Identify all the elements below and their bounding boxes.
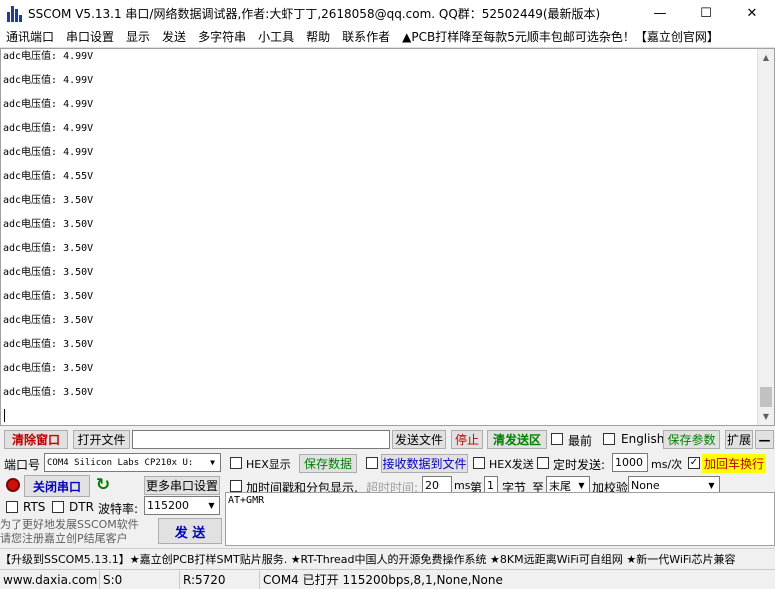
menu-port-settings[interactable]: 串口设置	[60, 28, 120, 45]
english-label: English	[621, 432, 665, 446]
add-crlf-label: 加回车换行	[702, 454, 767, 473]
send-file-button[interactable]: 发送文件	[392, 430, 446, 449]
collapse-button[interactable]: —	[755, 430, 774, 449]
menu-pcb-ad[interactable]: ▲PCB打样降至每款5元顺丰包邮可选杂色！【嘉立创官网】	[396, 28, 725, 45]
interval-unit: ms/次	[651, 458, 683, 471]
log-line: adc电压值: 3.50V	[3, 195, 94, 206]
file-path-input[interactable]	[132, 430, 390, 449]
save-params-button[interactable]: 保存参数	[663, 430, 720, 449]
log-line: adc电压值: 3.50V	[3, 387, 94, 398]
status-website[interactable]: www.daxia.com	[0, 570, 100, 589]
log-line: adc电压值: 3.50V	[3, 363, 94, 374]
log-line: adc电压值: 3.50V	[3, 219, 94, 230]
log-line: adc电压值: 3.50V	[3, 339, 94, 350]
expand-button[interactable]: 扩展	[725, 430, 753, 449]
timestamp-checkbox[interactable]	[230, 480, 242, 492]
port-select-value: COM4 Silicon Labs CP210x U:	[47, 457, 194, 468]
topmost-checkbox[interactable]	[551, 433, 563, 445]
menu-display[interactable]: 显示	[120, 28, 156, 45]
send-button[interactable]: 发 送	[158, 518, 222, 544]
scrollbar-thumb[interactable]	[760, 387, 772, 407]
clear-send-button[interactable]: 清发送区	[487, 430, 547, 449]
recv-to-file-checkbox[interactable]	[366, 457, 378, 469]
add-crlf-checkbox[interactable]: ✓	[688, 457, 700, 469]
text-caret	[4, 409, 5, 422]
rts-checkbox[interactable]	[6, 501, 18, 513]
status-port-state: COM4 已打开 115200bps,8,1,None,None	[263, 573, 503, 587]
log-line: adc电压值: 4.99V	[3, 75, 94, 86]
checksum-select-value: None	[631, 479, 660, 492]
scroll-up-icon[interactable]: ▲	[758, 49, 774, 66]
baud-label: 波特率:	[98, 502, 139, 516]
promo-ticker[interactable]: 【升级到SSCOM5.13.1】★嘉立创PCB打样SMT贴片服务. ★RT-Th…	[0, 548, 775, 568]
close-icon[interactable]: ✕	[729, 0, 775, 26]
hex-display-checkbox[interactable]	[230, 457, 242, 469]
english-checkbox[interactable]	[603, 433, 615, 445]
sscom-app-icon	[6, 4, 24, 22]
minimize-icon[interactable]: —	[637, 0, 683, 26]
status-bar: www.daxia.com S:0 R:5720 COM4 已打开 115200…	[0, 569, 775, 589]
hex-send-label: HEX发送	[489, 458, 534, 471]
menu-tools[interactable]: 小工具	[252, 28, 300, 45]
timeout-unit: ms	[454, 479, 471, 492]
dtr-label: DTR	[69, 500, 94, 514]
log-line: adc电压值: 4.55V	[3, 171, 94, 182]
baud-select[interactable]: 115200 ▼	[144, 496, 220, 515]
title-bar: SSCOM V5.13.1 串口/网络数据调试器,作者:大虾丁丁,2618058…	[0, 0, 775, 26]
send-text: AT+GMR	[228, 495, 265, 506]
send-text-area[interactable]: AT+GMR	[225, 492, 775, 546]
chevron-down-icon: ▼	[210, 458, 215, 467]
window-title: SSCOM V5.13.1 串口/网络数据调试器,作者:大虾丁丁,2618058…	[28, 6, 601, 21]
hint-line-1: 为了更好地发展SSCOM软件	[0, 518, 139, 531]
menu-bar: 通讯端口 串口设置 显示 发送 多字符串 小工具 帮助 联系作者 ▲PCB打样降…	[0, 26, 775, 48]
status-sent-count: S:0	[100, 570, 180, 589]
menu-contact-author[interactable]: 联系作者	[336, 28, 396, 45]
log-line: adc电压值: 4.99V	[3, 51, 94, 62]
register-hint: 为了更好地发展SSCOM软件 请您注册嘉立创P结尾客户	[0, 518, 139, 546]
maximize-icon[interactable]: ☐	[683, 0, 729, 26]
log-line: adc电压值: 4.99V	[3, 99, 94, 110]
topmost-label: 最前	[568, 434, 593, 448]
log-lines: adc电压值: 4.99V adc电压值: 4.99V adc电压值: 4.99…	[3, 49, 93, 409]
status-received-count: R:5720	[180, 570, 260, 589]
recv-to-file-button[interactable]: 接收数据到文件	[381, 454, 468, 473]
timed-send-label: 定时发送:	[553, 458, 606, 472]
chevron-down-icon: ▼	[208, 501, 215, 510]
menu-multi-string[interactable]: 多字符串	[192, 28, 252, 45]
menu-comm-port[interactable]: 通讯端口	[0, 28, 60, 45]
hex-send-checkbox[interactable]	[473, 457, 485, 469]
rts-label: RTS	[23, 500, 46, 514]
log-line: adc电压值: 4.99V	[3, 147, 94, 158]
hex-display-label: HEX显示	[246, 458, 291, 471]
receive-log[interactable]: adc电压值: 4.99V adc电压值: 4.99V adc电压值: 4.99…	[0, 48, 775, 426]
dtr-checkbox[interactable]	[52, 501, 64, 513]
log-line: adc电压值: 3.50V	[3, 267, 94, 278]
scroll-down-icon[interactable]: ▼	[758, 408, 774, 425]
log-line: adc电压值: 3.50V	[3, 243, 94, 254]
timed-send-checkbox[interactable]	[537, 457, 549, 469]
log-line: adc电压值: 4.99V	[3, 123, 94, 134]
vertical-scrollbar[interactable]: ▲ ▼	[757, 49, 774, 425]
close-port-button[interactable]: 关闭串口	[24, 475, 90, 497]
port-status-icon	[6, 478, 20, 492]
more-port-settings-button[interactable]: 更多串口设置	[144, 476, 220, 495]
hint-line-2: 请您注册嘉立创P结尾客户	[0, 532, 128, 545]
port-label: 端口号	[4, 458, 41, 472]
stop-button[interactable]: 停止	[451, 430, 483, 449]
interval-input[interactable]: 1000	[612, 453, 648, 472]
menu-help[interactable]: 帮助	[300, 28, 336, 45]
promo-text: 【升级到SSCOM5.13.1】★嘉立创PCB打样SMT贴片服务. ★RT-Th…	[0, 552, 736, 566]
baud-select-value: 115200	[147, 499, 189, 512]
log-line: adc电压值: 3.50V	[3, 315, 94, 326]
clear-window-button[interactable]: 清除窗口	[4, 430, 68, 449]
log-line: adc电压值: 3.50V	[3, 291, 94, 302]
save-data-button[interactable]: 保存数据	[299, 454, 357, 473]
menu-send[interactable]: 发送	[156, 28, 192, 45]
refresh-icon[interactable]: ↻	[94, 476, 112, 494]
open-file-button[interactable]: 打开文件	[73, 430, 130, 449]
port-select[interactable]: COM4 Silicon Labs CP210x U: ▼	[44, 453, 221, 472]
